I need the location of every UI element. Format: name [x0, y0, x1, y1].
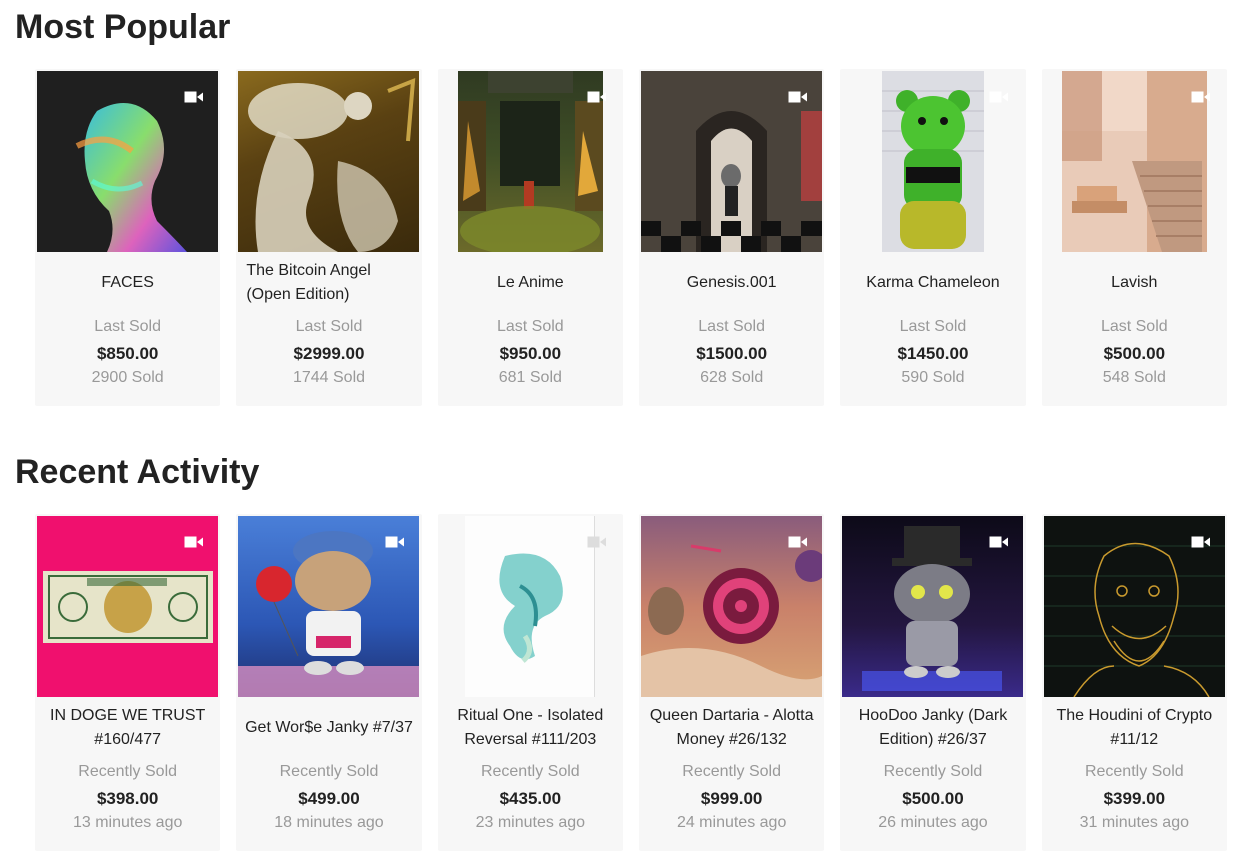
nft-card-lavish[interactable]: Lavish Last Sold $500.00 548 Sold [1041, 69, 1227, 406]
last-sold-label: Last Sold [94, 318, 162, 335]
sold-time: 24 minutes ago [676, 814, 787, 831]
nft-card-hoodoo-janky[interactable]: HooDoo Janky (Dark Edition) #26/37 Recen… [840, 514, 1026, 851]
recently-sold-label: Recently Sold [279, 763, 379, 780]
video-camera-icon [184, 535, 204, 548]
sold-count: 2900 Sold [91, 369, 164, 386]
last-sold-label: Last Sold [295, 318, 363, 335]
nft-price: $398.00 [96, 789, 159, 808]
recently-sold-label: Recently Sold [682, 763, 781, 780]
sold-count: 628 Sold [700, 369, 764, 386]
nft-thumbnail[interactable] [238, 71, 420, 252]
nft-price: $1450.00 [897, 344, 969, 363]
most-popular-heading: Most Popular [15, 8, 231, 46]
nft-card-ritual-one[interactable]: Ritual One - Isolated Reversal #111/203 … [437, 514, 623, 851]
last-sold-label: Last Sold [698, 318, 765, 335]
nft-price: $1500.00 [696, 344, 768, 363]
video-camera-icon [788, 535, 808, 548]
nft-card-in-doge-we-trust[interactable]: IN DOGE WE TRUST #160/477 Recently Sold … [35, 514, 221, 851]
video-camera-icon [385, 535, 405, 548]
nft-card-queen-dartaria[interactable]: Queen Dartaria - Alotta Money #26/132 Re… [638, 514, 825, 851]
nft-title[interactable]: Lavish [1048, 257, 1221, 309]
nft-thumbnail[interactable] [842, 516, 1024, 697]
nft-title[interactable]: Genesis.001 [645, 257, 818, 309]
sold-count: 681 Sold [498, 369, 562, 386]
nft-title[interactable]: The Bitcoin Angel (Open Edition) [246, 257, 415, 309]
recently-sold-label: Recently Sold [883, 763, 983, 780]
last-sold-label: Last Sold [496, 318, 564, 335]
video-camera-icon [989, 90, 1009, 103]
artwork-image [465, 516, 596, 697]
nft-card-houdini-of-crypto[interactable]: The Houdini of Crypto #11/12 Recently So… [1041, 514, 1227, 851]
nft-thumbnail[interactable] [842, 71, 1023, 252]
nft-title[interactable]: Karma Chameleon [846, 257, 1019, 309]
nft-card-karma-chameleon[interactable]: Karma Chameleon Last Sold $1450.00 590 S… [840, 69, 1026, 406]
nft-thumbnail[interactable] [640, 71, 822, 252]
sold-time: 18 minutes ago [274, 814, 384, 831]
sold-time: 23 minutes ago [475, 814, 586, 831]
video-camera-icon [184, 90, 204, 103]
nft-title[interactable]: FACES [41, 257, 214, 309]
nft-price: $850.00 [96, 344, 159, 363]
nft-card-bitcoin-angel[interactable]: The Bitcoin Angel (Open Edition) Last So… [236, 69, 422, 406]
video-camera-icon [989, 535, 1009, 548]
video-camera-icon [587, 535, 607, 548]
artwork-image [238, 71, 420, 252]
most-popular-row: FACES Last Sold $850.00 2900 Sold The Bi… [35, 69, 1227, 406]
nft-price: $500.00 [902, 789, 964, 808]
recent-activity-row: IN DOGE WE TRUST #160/477 Recently Sold … [35, 514, 1227, 851]
artwork-image [1061, 71, 1207, 252]
nft-price: $435.00 [499, 789, 562, 808]
sold-time: 31 minutes ago [1079, 814, 1189, 831]
nft-thumbnail[interactable] [440, 516, 621, 697]
nft-title[interactable]: The Houdini of Crypto #11/12 [1048, 702, 1221, 754]
video-camera-icon [1191, 90, 1211, 103]
nft-card-genesis-001[interactable]: Genesis.001 Last Sold $1500.00 628 Sold [638, 69, 825, 406]
nft-thumbnail[interactable] [238, 516, 420, 697]
last-sold-label: Last Sold [1100, 318, 1168, 335]
nft-thumbnail[interactable] [1043, 516, 1225, 697]
sold-count: 590 Sold [901, 369, 965, 386]
nft-title[interactable]: Le Anime [444, 257, 617, 309]
nft-title[interactable]: HooDoo Janky (Dark Edition) #26/37 [846, 702, 1019, 754]
recent-activity-heading: Recent Activity [15, 453, 260, 491]
nft-price: $499.00 [298, 789, 360, 808]
sold-count: 548 Sold [1102, 369, 1166, 386]
nft-thumbnail[interactable] [37, 516, 218, 697]
artwork-image [457, 71, 603, 252]
nft-thumbnail[interactable] [1044, 71, 1225, 252]
video-camera-icon [587, 90, 607, 103]
nft-title[interactable]: Get Wor$e Janky #7/37 [242, 702, 415, 754]
sold-count: 1744 Sold [292, 369, 366, 386]
video-camera-icon [1191, 535, 1211, 548]
nft-title[interactable]: IN DOGE WE TRUST #160/477 [41, 702, 214, 754]
nft-thumbnail[interactable] [37, 71, 218, 252]
artwork-image [881, 71, 984, 252]
nft-price: $999.00 [700, 789, 763, 808]
last-sold-label: Last Sold [899, 318, 967, 335]
nft-price: $399.00 [1103, 789, 1166, 808]
nft-card-get-worse-janky[interactable]: Get Wor$e Janky #7/37 Recently Sold $499… [236, 514, 422, 851]
nft-title[interactable]: Ritual One - Isolated Reversal #111/203 [444, 702, 617, 754]
nft-price: $950.00 [499, 344, 562, 363]
nft-title[interactable]: Queen Dartaria - Alotta Money #26/132 [645, 702, 818, 754]
nft-thumbnail[interactable] [440, 71, 621, 252]
nft-card-faces[interactable]: FACES Last Sold $850.00 2900 Sold [35, 69, 221, 406]
recently-sold-label: Recently Sold [1084, 763, 1184, 780]
sold-time: 26 minutes ago [878, 814, 988, 831]
nft-price: $2999.00 [293, 344, 365, 363]
sold-time: 13 minutes ago [72, 814, 183, 831]
recently-sold-label: Recently Sold [78, 763, 178, 780]
recently-sold-label: Recently Sold [480, 763, 580, 780]
nft-thumbnail[interactable] [640, 516, 822, 697]
nft-card-le-anime[interactable]: Le Anime Last Sold $950.00 681 Sold [437, 69, 623, 406]
video-camera-icon [788, 90, 808, 103]
nft-price: $500.00 [1103, 344, 1166, 363]
